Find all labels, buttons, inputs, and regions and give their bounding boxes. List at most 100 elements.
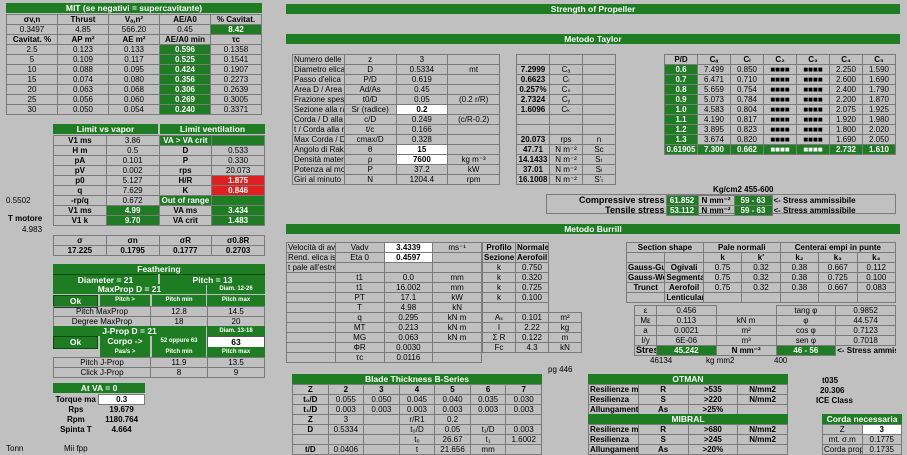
pd-head-cell: P/D: [664, 54, 698, 65]
jprop-ok-button[interactable]: Ok: [53, 336, 98, 349]
burrill-cell: q: [334, 312, 385, 323]
pd-cell: 1.1: [664, 114, 698, 125]
left-value-2: 4.983: [22, 225, 43, 234]
pd-cell: 0.804: [730, 104, 764, 115]
burrill-cell: τc: [334, 352, 385, 363]
taylor-row: Area D / Area S Ad/As 0.45: [292, 84, 500, 95]
taylor-cell: Numero delle pale: [292, 54, 345, 65]
blade-head-cell: 7: [505, 384, 542, 395]
pd-head-cell: Cₗ: [730, 54, 764, 65]
burrill-prof-row: Profilo Normale: [482, 242, 582, 253]
burrill-prof-cell: I: [482, 322, 516, 333]
otman-cell: [737, 404, 788, 415]
blade-cell: 3: [327, 414, 365, 425]
otman-cell: N/mm2: [737, 384, 788, 395]
limit-cell: 4.99: [105, 205, 160, 216]
burrill-cell: [432, 352, 482, 363]
pd-cell: 1.690: [829, 134, 863, 145]
blade-cell: r/R1: [398, 414, 436, 425]
burrill-row: q 0.295 kN m: [286, 312, 482, 323]
burrill-prof-cell: [482, 302, 516, 313]
limit-cell: 0.002: [105, 165, 160, 176]
sigma-h-2: σR: [158, 235, 213, 246]
tensile-unit: N mm⁻²: [697, 205, 735, 216]
taylor-mid-cell: Cₖ: [549, 104, 583, 115]
atva-rps-value: 19.679: [109, 405, 134, 415]
limit-cell: VA ms: [158, 205, 213, 216]
sigma-table: σ σn σR σ0.8R 17.225 0.1795 0.1777 0.2703: [53, 235, 265, 256]
pd-row: 1.0 4.583 0.804 ■■■■ ■■■■ 2.075 1.925: [664, 104, 896, 115]
ice-value: 20.306: [820, 386, 845, 395]
taylor-cell: 15: [395, 144, 449, 155]
burrill-cell: [286, 282, 336, 293]
jprop-col-min: Pitch min: [152, 347, 206, 357]
otman-cell: >220: [687, 394, 739, 405]
mit-data-cell: 30: [6, 104, 58, 115]
pd-head-cell: C₃: [796, 54, 830, 65]
pd-head-cell: C₄: [829, 54, 863, 65]
mit-data-cell: 0.525: [159, 54, 211, 65]
taylor-mid-cell: [516, 54, 550, 65]
limit-cell: 5.127: [105, 175, 160, 186]
taylor-cell: t0/D: [343, 94, 397, 105]
burrill-cell: 0.0116: [383, 352, 434, 363]
mit-data-cell: 0.123: [57, 44, 109, 55]
taylor-cell: P: [343, 164, 397, 175]
maxprop-col-pitch: Pitch >: [100, 295, 150, 306]
mit-r1-0: 0.3497: [6, 24, 58, 35]
blade-cell: 21.656: [434, 444, 471, 455]
taylor-mid-row: 2.7324 Cᵧ: [516, 94, 616, 105]
compressive-label: Compressive stress: [578, 195, 665, 205]
taylor-cell: θ: [343, 144, 397, 155]
burrill-row: Rend. elica isolataEta 00.4597: [286, 252, 482, 263]
tensile-range: 59 - 63: [733, 205, 773, 216]
mit-data-cell: 10: [6, 64, 58, 75]
blade-cell: 0.2: [434, 414, 471, 425]
taylor-cell: z: [343, 54, 397, 65]
mit-h1-2: Vₐ,n²: [108, 14, 160, 25]
blade-table: Z234567 t₀/D 0.055 0.050 0.045 0.040 0.035 0.0…: [292, 384, 542, 455]
taylor-cell: [447, 74, 500, 85]
burrill-row: Velocità di avanzoVadv3.4339ms⁻¹: [286, 242, 482, 253]
jprop-r2-min: 8: [150, 367, 208, 378]
taylor-title: Metodo Taylor: [286, 34, 900, 44]
blade-row: D 0.5334 t₀/D 0.05 t₁/D 0.003: [292, 424, 542, 435]
section-cell: [741, 292, 781, 303]
section-cell: Gauss-Guri: [625, 262, 666, 273]
ice-t035: t035: [822, 376, 839, 385]
mit-data-row: 30 0.050 0.054 0.240 0.3371: [6, 104, 262, 115]
burrill-cell: [286, 292, 336, 303]
mit-data-cell: 0.306: [159, 84, 211, 95]
mit-data-cell: 0.356: [159, 74, 211, 85]
burrill-cell: 3.4339: [383, 242, 434, 253]
blade-row: t/D 0.0406 t 21.656 mm: [292, 444, 542, 455]
section-table: Section shape Pale normali Centerai empi i…: [625, 242, 897, 303]
burrill-prof-row: [482, 302, 582, 313]
mit-data-cell: 0.088: [57, 64, 109, 75]
blade-cell: 26.67: [434, 434, 471, 445]
taylor-row: Potenza al mozzo elicaP37.2kW: [292, 164, 500, 175]
pd-cell: 1.690: [862, 74, 896, 85]
atva-torque-input[interactable]: 0.3: [98, 394, 145, 405]
limit-cell: V1 ms: [53, 205, 107, 216]
taylor-mid-row: [516, 114, 616, 125]
burrill-stress-value: 45.242: [656, 345, 717, 356]
mit-data-cell: 0.054: [108, 104, 160, 115]
taylor-mid-cell: S'ₜ: [582, 174, 616, 185]
mit-data-cell: 0.3371: [210, 104, 262, 115]
pd-cell: 2.020: [862, 124, 896, 135]
tensile-adm: <- Stress ammissibile: [773, 206, 856, 215]
taylor-cell: [447, 104, 500, 115]
blade-cell: 0.5334: [327, 424, 365, 435]
burrill-cell: [432, 252, 482, 263]
blade-cell: t₀: [398, 434, 436, 445]
section-center-h: Centerai empi in punte: [779, 242, 897, 253]
burrill-cell: ΦR: [334, 342, 385, 353]
pd-cell: 0.823: [730, 124, 764, 135]
section-cell: Ogivali: [664, 262, 704, 273]
corda-z-input[interactable]: 3: [861, 424, 902, 435]
taylor-mid-row: 47.71 N m⁻² Sc: [516, 144, 616, 155]
section-cell: 0.32: [741, 272, 781, 283]
limit-cell: 3.434: [211, 205, 265, 216]
burrill-stress-unit: N mm⁻²: [715, 345, 777, 356]
